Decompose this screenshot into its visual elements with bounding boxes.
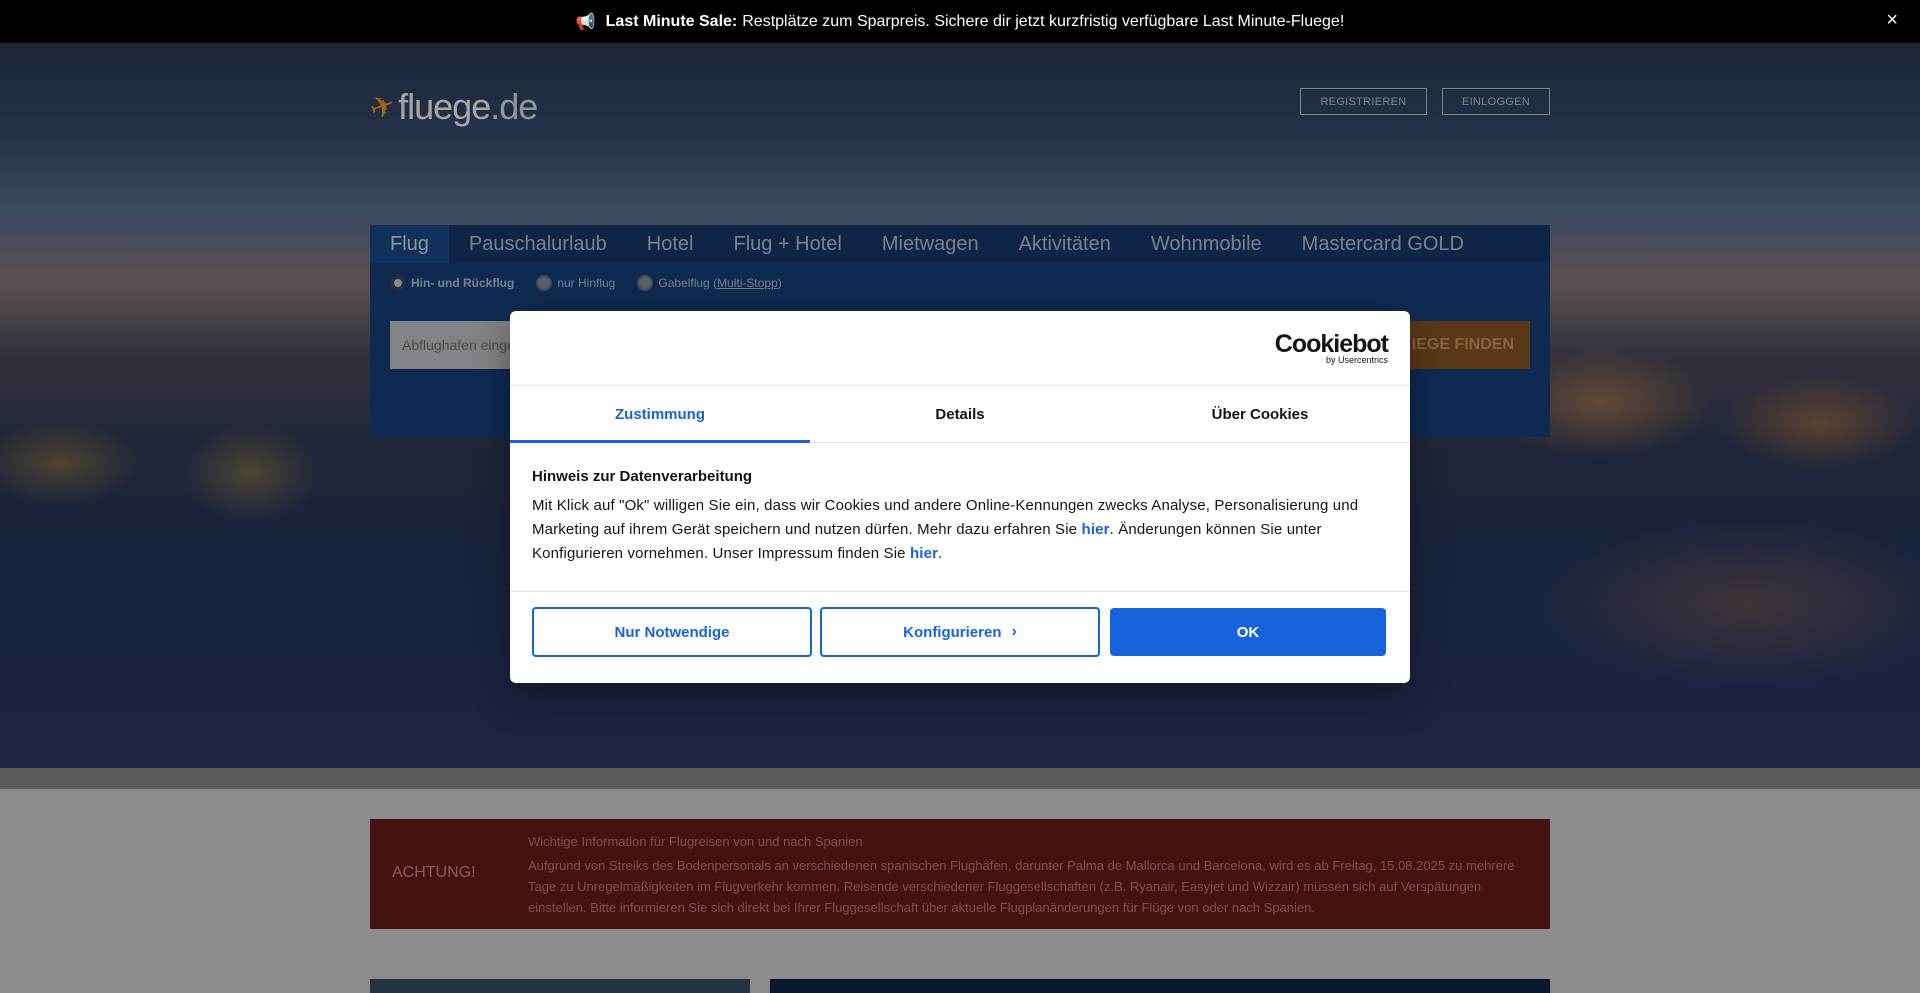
tab-details[interactable]: Details — [810, 386, 1110, 442]
dialog-heading: Hinweis zur Datenverarbeitung — [532, 468, 753, 485]
cookie-consent-dialog: Cookiebot by Usercentrics Zustimmung Det… — [510, 311, 1410, 683]
modal-backdrop-lower — [0, 768, 1920, 993]
close-icon[interactable]: × — [1886, 9, 1898, 32]
dialog-text-3: . — [938, 545, 943, 562]
promo-text: Restplätze zum Sparpreis. Sichere dir je… — [742, 12, 1345, 30]
promo-title: Last Minute Sale: — [605, 12, 738, 30]
chevron-right-icon: › — [1011, 623, 1017, 640]
dialog-footer: Nur Notwendige Konfigurieren › OK — [510, 592, 1410, 657]
dialog-tabs: Zustimmung Details Über Cookies — [510, 386, 1410, 443]
necessary-only-button[interactable]: Nur Notwendige — [532, 607, 812, 657]
promo-banner: 📢 Last Minute Sale: Restplätze zum Sparp… — [0, 0, 1920, 43]
dialog-header: Cookiebot by Usercentrics — [510, 311, 1410, 386]
configure-label: Konfigurieren — [903, 623, 1002, 641]
configure-button[interactable]: Konfigurieren › — [820, 607, 1100, 657]
tab-about-cookies[interactable]: Über Cookies — [1110, 386, 1410, 442]
megaphone-icon: 📢 — [575, 13, 596, 31]
ok-button[interactable]: OK — [1110, 608, 1386, 656]
more-info-link[interactable]: hier — [1082, 521, 1110, 538]
cookiebot-name: Cookiebot — [1274, 330, 1389, 358]
tab-consent[interactable]: Zustimmung — [510, 386, 810, 443]
dialog-body: Hinweis zur Datenverarbeitung Mit Klick … — [510, 443, 1410, 592]
dialog-text: Mit Klick auf "Ok" willigen Sie ein, das… — [532, 494, 1388, 566]
cookiebot-logo[interactable]: Cookiebot by Usercentrics — [1274, 330, 1389, 365]
imprint-link[interactable]: hier — [910, 545, 938, 562]
